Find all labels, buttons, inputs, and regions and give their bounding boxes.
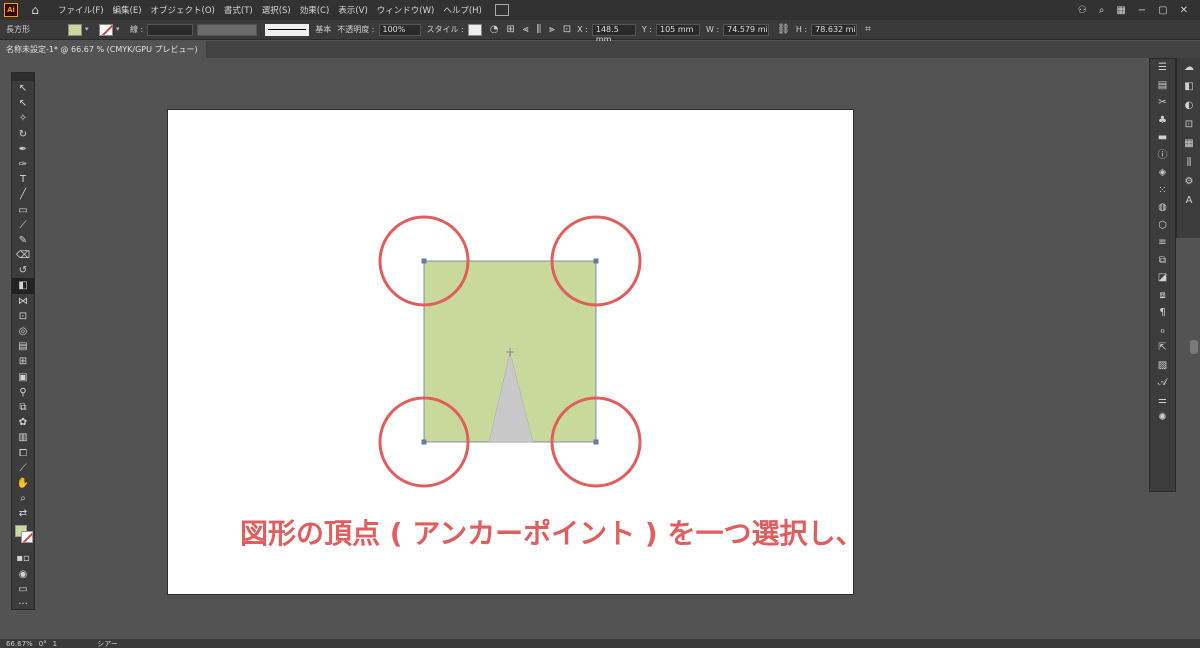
anchor-point-top-left[interactable] (421, 258, 427, 264)
artboard-number[interactable]: 1 (53, 640, 57, 648)
rotation-value[interactable]: 0° (39, 640, 47, 648)
instruction-caption: 図形の頂点 ( アンカーポイント ) を一つ選択し、 (240, 517, 864, 550)
current-tool-name: シアー (97, 639, 118, 648)
anchor-point-bottom-left[interactable] (421, 439, 427, 445)
zoom-level[interactable]: 66.67% (6, 640, 33, 648)
anchor-point-top-right[interactable] (593, 258, 599, 264)
status-bar: 66.67% 0° 1 シアー (0, 639, 1200, 648)
anchor-point-bottom-right[interactable] (593, 439, 599, 445)
